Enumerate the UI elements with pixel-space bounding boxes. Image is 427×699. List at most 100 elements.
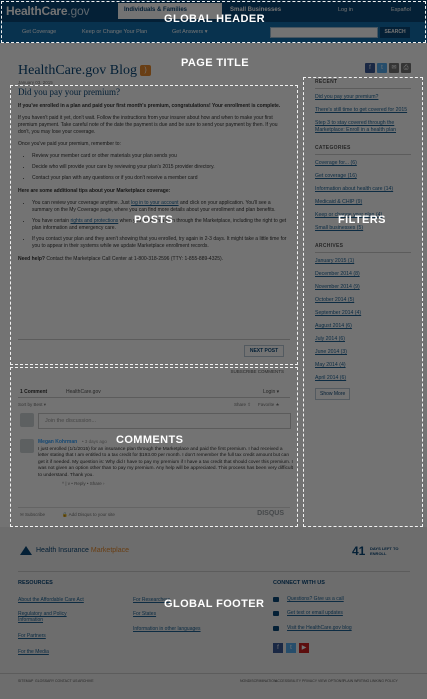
- footer-link[interactable]: Information in other languages: [133, 626, 201, 632]
- connect-heading: CONNECT WITH US: [273, 580, 325, 586]
- healthcare-gov-logo[interactable]: HealthCare.gov: [6, 4, 89, 18]
- help-rest: Contact the Marketplace Call Center at 1…: [44, 256, 224, 262]
- footer-bottom-link[interactable]: CONTACT US: [55, 679, 77, 683]
- marketplace-logo[interactable]: Health Insurance Marketplace: [36, 547, 129, 554]
- add-disqus-link[interactable]: 🔒 Add Disqus to your site: [62, 512, 115, 518]
- help-bold: Need help?: [18, 256, 45, 262]
- global-footer: Health Insurance Marketplace 41 DAYS LEF…: [0, 527, 427, 699]
- phone-icon: [273, 597, 279, 602]
- twitter-icon[interactable]: t: [377, 63, 387, 73]
- archive-link[interactable]: December 2014 (8): [315, 271, 411, 278]
- disqus-logo[interactable]: DISQUS: [257, 510, 284, 517]
- post-lead: If you've enrolled in a plan and paid yo…: [18, 103, 281, 109]
- archive-link[interactable]: January 2015 (1): [315, 258, 411, 265]
- favorite-link[interactable]: Favorite ★: [258, 402, 280, 408]
- category-link[interactable]: Coverage for... (6): [315, 160, 411, 167]
- footer-link[interactable]: For Researchers: [133, 597, 170, 603]
- footer-link[interactable]: Visit the HealthCare.gov blog: [287, 625, 352, 631]
- subscribe-comments-link[interactable]: SUBSCRIBE COMMENTS: [230, 369, 284, 374]
- footer-bottom-link[interactable]: PRIVACY: [302, 679, 317, 683]
- comment-time: • 3 days ago: [82, 439, 107, 444]
- footer-bottom-link[interactable]: LINKING POLICY: [370, 679, 398, 683]
- archive-link[interactable]: June 2014 (3): [315, 349, 411, 356]
- recent-link[interactable]: There's still time to get covered for 20…: [315, 107, 411, 114]
- tab-comment-count[interactable]: 1 Comment: [20, 389, 47, 395]
- show-more-button[interactable]: Show More: [315, 388, 351, 400]
- archive-link[interactable]: July 2014 (6): [315, 336, 411, 343]
- footer-link[interactable]: About the Affordable Care Act: [18, 597, 84, 603]
- footer-link[interactable]: Regulatory and Policy Information: [18, 611, 88, 623]
- comment-actions[interactable]: ^ | v • Reply • Share ›: [62, 481, 104, 486]
- chat-icon: [273, 626, 279, 631]
- comment-tabs: 1 Comment HealthCare.gov Login ▾: [18, 387, 290, 398]
- tips-list: You can review your coverage anytime. Ju…: [32, 200, 290, 250]
- disqus-login[interactable]: Login ▾: [263, 389, 279, 395]
- archive-link[interactable]: April 2014 (6): [315, 375, 411, 382]
- footer-bottom-link[interactable]: VIEW OPTIONS: [318, 679, 344, 683]
- avatar: [20, 413, 34, 427]
- recent-link[interactable]: Step 3 to stay covered through the Marke…: [315, 120, 411, 134]
- comment-input[interactable]: Join the discussion...: [38, 413, 291, 429]
- next-post-button[interactable]: NEXT POST: [244, 345, 284, 357]
- footer-bottom-link[interactable]: GLOSSARY: [35, 679, 54, 683]
- tab-small-businesses[interactable]: Small Businesses: [224, 3, 287, 19]
- tab-individuals[interactable]: Individuals & Families: [118, 3, 222, 19]
- category-link[interactable]: Small businesses (5): [315, 225, 411, 232]
- marketplace-logo-icon: [20, 546, 32, 555]
- archive-link[interactable]: November 2014 (9): [315, 284, 411, 291]
- recent-link[interactable]: Did you pay your premium?: [315, 94, 411, 101]
- categories-group: CATEGORIES Coverage for... (6) Get cover…: [315, 145, 411, 232]
- list-item: You have certain rights and protections …: [32, 218, 290, 232]
- subscribe-link[interactable]: ✉ Subscribe: [20, 512, 45, 518]
- category-link[interactable]: Information about health care (14): [315, 186, 411, 193]
- logo-text-accent: Marketplace: [90, 547, 130, 554]
- footer-link[interactable]: For States: [133, 611, 156, 617]
- share-link[interactable]: Share ⇪: [234, 402, 251, 408]
- footer-bottom-link[interactable]: NONDISCRIMINATION: [240, 679, 277, 683]
- search-input[interactable]: [270, 27, 378, 38]
- archive-link[interactable]: October 2014 (5): [315, 297, 411, 304]
- tip-text: You have certain: [32, 218, 71, 224]
- login-link[interactable]: Log in: [338, 7, 353, 13]
- footer-bottom-link[interactable]: SITEMAP: [18, 679, 33, 683]
- login-account-link[interactable]: log in to your account: [131, 200, 179, 206]
- email-icon[interactable]: ✉: [389, 63, 399, 73]
- tips-lead: Here are some additional tips about your…: [18, 188, 171, 194]
- footer-link[interactable]: Get text or email updates: [287, 610, 343, 616]
- footer-bottom-bar: SITEMAP GLOSSARY CONTACT US ARCHIVE NOND…: [0, 673, 427, 699]
- footer-bottom-link[interactable]: ACCESSIBILITY: [275, 679, 301, 683]
- divider: [18, 571, 410, 572]
- footer-bottom-link[interactable]: PLAIN WRITING: [343, 679, 369, 683]
- archive-link[interactable]: August 2014 (6): [315, 323, 411, 330]
- category-link[interactable]: Get coverage (16): [315, 173, 411, 180]
- list-item: Review your member card or other materia…: [32, 153, 290, 160]
- page-title: HealthCare.gov Blog: [18, 63, 137, 78]
- rss-icon[interactable]: ): [140, 65, 151, 76]
- nav-get-answers[interactable]: Get Answers ▾: [172, 29, 207, 35]
- category-link[interactable]: Keep or change your plan (4): [315, 212, 411, 219]
- youtube-icon[interactable]: ▶: [299, 643, 309, 653]
- archive-link[interactable]: September 2014 (4): [315, 310, 411, 317]
- language-link[interactable]: Español: [391, 7, 411, 13]
- nav-get-coverage[interactable]: Get Coverage: [22, 29, 56, 35]
- logo-dot: .gov: [67, 4, 90, 18]
- list-item: You can review your coverage anytime. Ju…: [32, 200, 290, 214]
- footer-bottom-link[interactable]: ARCHIVE: [78, 679, 94, 683]
- twitter-icon[interactable]: t: [286, 643, 296, 653]
- sort-dropdown[interactable]: Sort by Best ▾: [18, 402, 46, 408]
- comment-author[interactable]: Megan Kohrman: [38, 439, 77, 445]
- category-link[interactable]: Medicaid & CHIP (9): [315, 199, 411, 206]
- rights-protections-link[interactable]: rights and protections: [70, 218, 118, 224]
- footer-link[interactable]: Questions? Give us a call: [287, 596, 344, 602]
- recent-heading: RECENT: [315, 79, 411, 89]
- tab-site[interactable]: HealthCare.gov: [66, 389, 101, 395]
- facebook-icon[interactable]: f: [273, 643, 283, 653]
- search-button[interactable]: SEARCH: [380, 27, 410, 38]
- archive-link[interactable]: May 2014 (4): [315, 362, 411, 369]
- facebook-icon[interactable]: f: [365, 63, 375, 73]
- footer-link[interactable]: For the Media: [18, 649, 49, 655]
- comments-footer: ✉ Subscribe 🔒 Add Disqus to your site: [18, 507, 290, 521]
- print-icon[interactable]: ⎙: [401, 63, 411, 73]
- nav-keep-change-plan[interactable]: Keep or Change Your Plan: [82, 29, 147, 35]
- footer-link[interactable]: For Partners: [18, 633, 46, 639]
